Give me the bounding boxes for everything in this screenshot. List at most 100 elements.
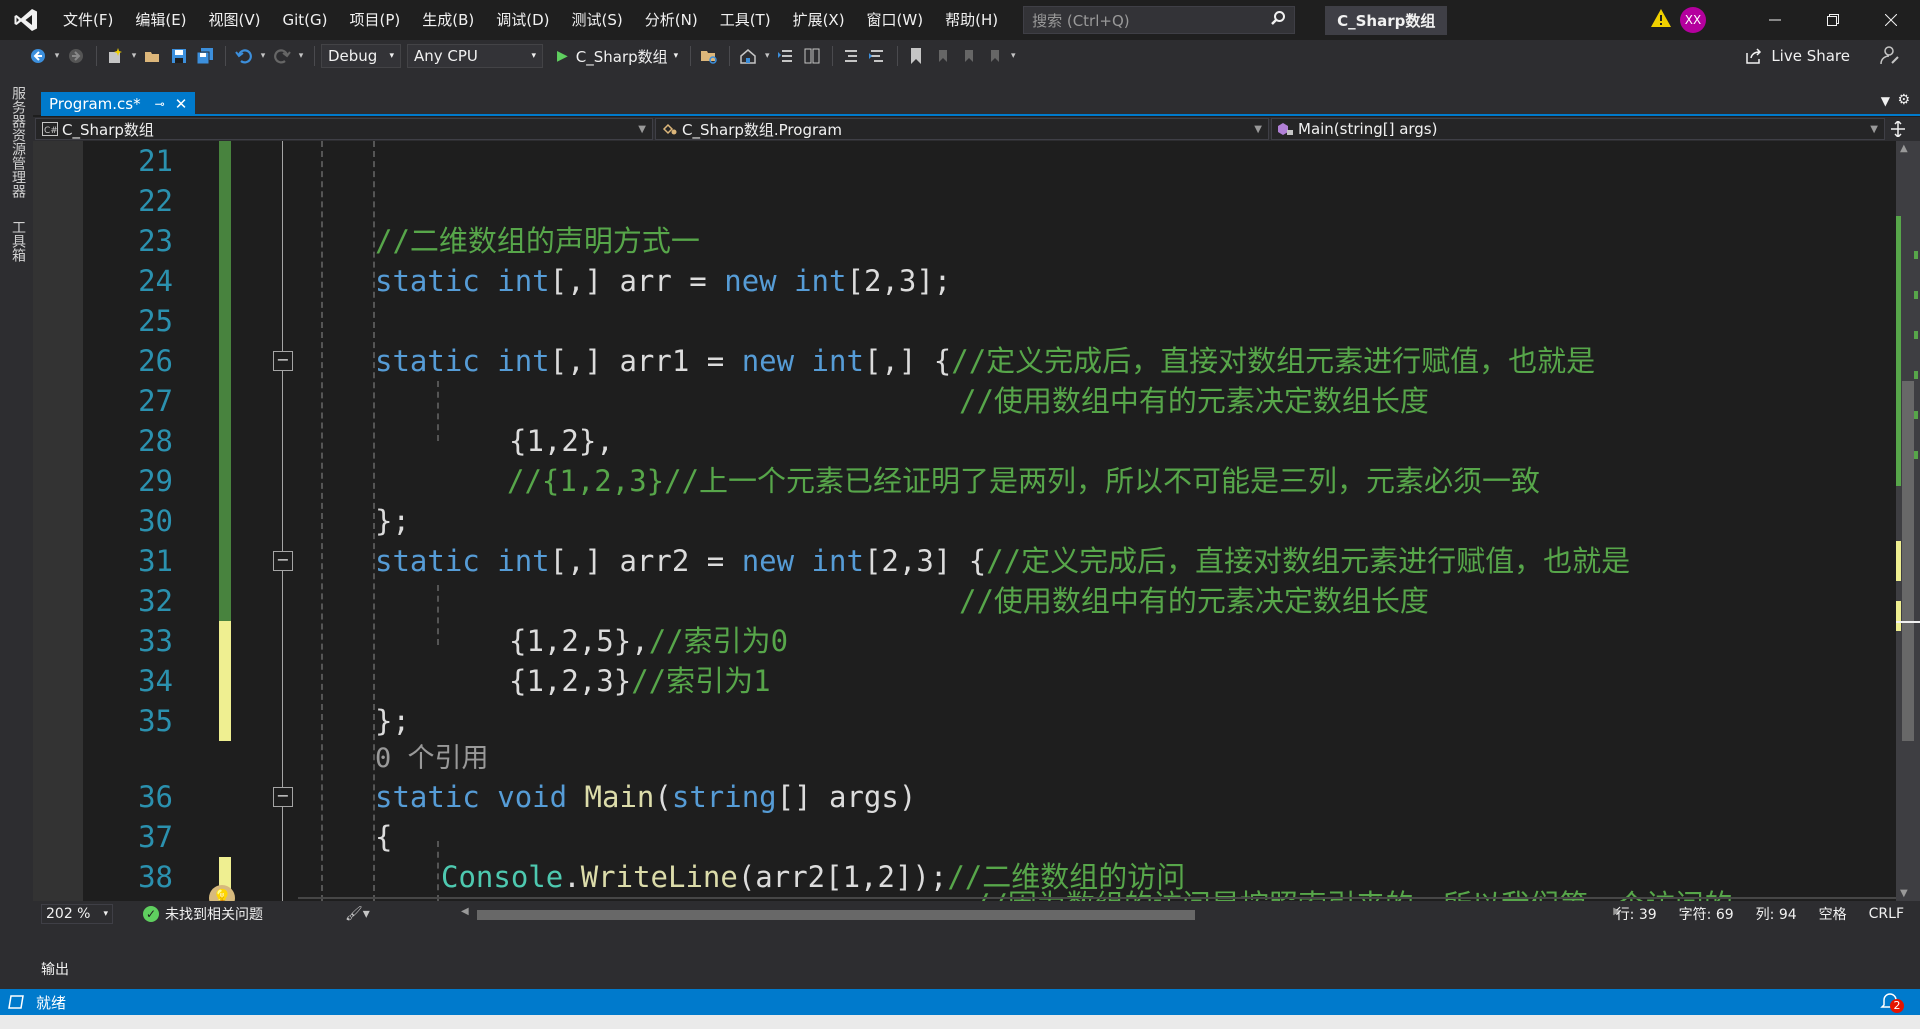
menu-extensions[interactable]: 扩展(X) (782, 0, 856, 40)
menu-git[interactable]: Git(G) (272, 0, 339, 40)
vertical-scrollbar[interactable]: ▲ ▼ (1896, 141, 1920, 901)
home-icon[interactable] (736, 44, 760, 68)
save-icon[interactable] (167, 44, 191, 68)
code-text: {1,2,3} (509, 664, 632, 698)
pin-icon[interactable]: ⊸ (155, 97, 165, 111)
gear-icon[interactable]: ⚙ (1897, 92, 1910, 108)
menu-edit[interactable]: 编辑(E) (124, 0, 197, 40)
output-tab[interactable]: 输出 (41, 959, 69, 979)
previous-bookmark-icon[interactable] (930, 44, 954, 68)
keyword: int (497, 344, 550, 378)
code-editor[interactable]: 21 22 23 //二维数组的声明方式一 24 static int[,] a… (33, 141, 1920, 927)
chevron-down-icon[interactable]: ▾ (129, 44, 139, 68)
whitespace-mode[interactable]: 空格 (1819, 904, 1847, 924)
comment-lines-icon[interactable] (839, 44, 863, 68)
clear-bookmarks-icon[interactable] (982, 44, 1006, 68)
navigate-back-icon[interactable] (26, 44, 50, 68)
solution-name: C_Sharp数组 (1325, 5, 1448, 35)
line-endings[interactable]: CRLF (1869, 906, 1904, 922)
start-debugging-button[interactable]: ▶ C_Sharp数组 ▾ (557, 46, 678, 67)
menu-build[interactable]: 生成(B) (411, 0, 485, 40)
collapse-region-button[interactable]: − (273, 551, 293, 571)
server-explorer-tab[interactable]: 服务器资源管理器 (8, 72, 28, 206)
tabs-dropdown-icon[interactable]: ▼ (1881, 94, 1890, 108)
lightbulb-icon[interactable]: 💡 (209, 885, 235, 901)
code-area[interactable]: 21 22 23 //二维数组的声明方式一 24 static int[,] a… (83, 141, 1916, 901)
user-avatar[interactable]: XX (1680, 7, 1706, 33)
close-window-button[interactable] (1862, 0, 1920, 40)
menu-debug[interactable]: 调试(D) (485, 0, 560, 40)
code-line-22: 22 (83, 181, 1916, 221)
cursor-line[interactable]: 行: 39 (1616, 904, 1657, 924)
notifications-button[interactable]: 2 (1880, 991, 1904, 1013)
chevron-down-icon[interactable]: ▾ (52, 44, 62, 68)
class-icon (662, 123, 677, 135)
solution-explorer-icon[interactable] (800, 44, 824, 68)
scroll-down-icon[interactable]: ▼ (1900, 888, 1908, 899)
menu-window[interactable]: 窗口(W) (856, 0, 935, 40)
class-dropdown[interactable]: C_Sharp数组.Program ▼ (655, 118, 1269, 140)
step-into-icon[interactable] (774, 44, 798, 68)
menu-help[interactable]: 帮助(H) (934, 0, 1009, 40)
toolbar-overflow-icon[interactable]: ▾ (1008, 44, 1018, 68)
cursor-char[interactable]: 字符: 69 (1679, 904, 1734, 924)
project-dropdown[interactable]: C# C_Sharp数组 ▼ (35, 118, 653, 140)
keyword: int (497, 544, 550, 578)
split-window-button[interactable] (1885, 117, 1911, 141)
feedback-icon[interactable] (1878, 44, 1900, 70)
solution-configuration-select[interactable]: Debug ▾ (321, 44, 401, 68)
cursor-col[interactable]: 列: 94 (1756, 904, 1797, 924)
scroll-up-icon[interactable]: ▲ (1900, 143, 1908, 154)
chevron-down-icon[interactable]: ▾ (258, 44, 268, 68)
scroll-left-icon[interactable]: ◀ (461, 906, 469, 917)
toolbox-tab[interactable]: 工具箱 (8, 206, 28, 270)
menu-view[interactable]: 视图(V) (198, 0, 272, 40)
method-name: Main (584, 780, 655, 814)
search-input[interactable]: 搜索 (Ctrl+Q) (1023, 6, 1296, 34)
minimize-button[interactable] (1746, 0, 1804, 40)
visual-studio-logo-icon[interactable] (0, 0, 52, 40)
menu-file[interactable]: 文件(F) (52, 0, 124, 40)
issues-indicator[interactable]: ✓ 未找到相关问题 (143, 904, 263, 924)
line-number: 24 (138, 264, 173, 298)
save-all-icon[interactable] (193, 44, 217, 68)
undo-icon[interactable] (232, 44, 256, 68)
close-tab-icon[interactable]: ✕ (175, 95, 188, 113)
menu-test[interactable]: 测试(S) (561, 0, 634, 40)
live-share-button[interactable]: Live Share (1745, 40, 1850, 72)
start-debugging-label: C_Sharp数组 (575, 47, 668, 66)
horizontal-scrollbar[interactable]: ◀ ▶ (461, 906, 1621, 921)
collapse-region-button[interactable]: − (273, 351, 293, 371)
open-file-icon[interactable] (141, 44, 165, 68)
collapse-region-button[interactable]: − (273, 787, 293, 807)
codelens-references[interactable]: 0 个引用 (375, 739, 489, 779)
navigate-forward-icon[interactable] (64, 44, 88, 68)
horizontal-scrollbar-thumb[interactable] (477, 910, 1195, 920)
indicator-margin[interactable] (33, 141, 83, 927)
menu-project[interactable]: 项目(P) (339, 0, 412, 40)
chevron-down-icon[interactable]: ▾ (296, 44, 306, 68)
code-cleanup-icon[interactable]: 🖌▾ (345, 906, 370, 922)
line-number: 32 (138, 584, 173, 618)
solution-platform-select[interactable]: Any CPU ▾ (407, 44, 543, 68)
menu-tools[interactable]: 工具(T) (709, 0, 782, 40)
bookmark-icon[interactable] (904, 44, 928, 68)
chevron-down-icon[interactable]: ▾ (762, 44, 772, 68)
new-project-icon[interactable] (103, 44, 127, 68)
vertical-scrollbar-thumb[interactable] (1902, 381, 1914, 741)
tab-program-cs[interactable]: Program.cs* ⊸ ✕ (41, 92, 196, 115)
zoom-level-select[interactable]: 202 % ▾ (41, 904, 113, 924)
warning-icon[interactable] (1650, 8, 1672, 32)
keyword: int (811, 344, 864, 378)
comment: //使用数组中有的元素决定数组长度 (959, 384, 1429, 418)
keyword: string (671, 780, 777, 814)
browse-folder-icon[interactable] (697, 44, 721, 68)
uncomment-lines-icon[interactable] (865, 44, 889, 68)
restore-button[interactable] (1804, 0, 1862, 40)
next-bookmark-icon[interactable] (956, 44, 980, 68)
member-dropdown[interactable]: Main(string[] args) ▼ (1271, 118, 1885, 140)
redo-icon[interactable] (270, 44, 294, 68)
menu-analyze[interactable]: 分析(N) (634, 0, 709, 40)
method-icon (1278, 123, 1293, 135)
status-indicator-icon[interactable] (8, 995, 24, 1009)
